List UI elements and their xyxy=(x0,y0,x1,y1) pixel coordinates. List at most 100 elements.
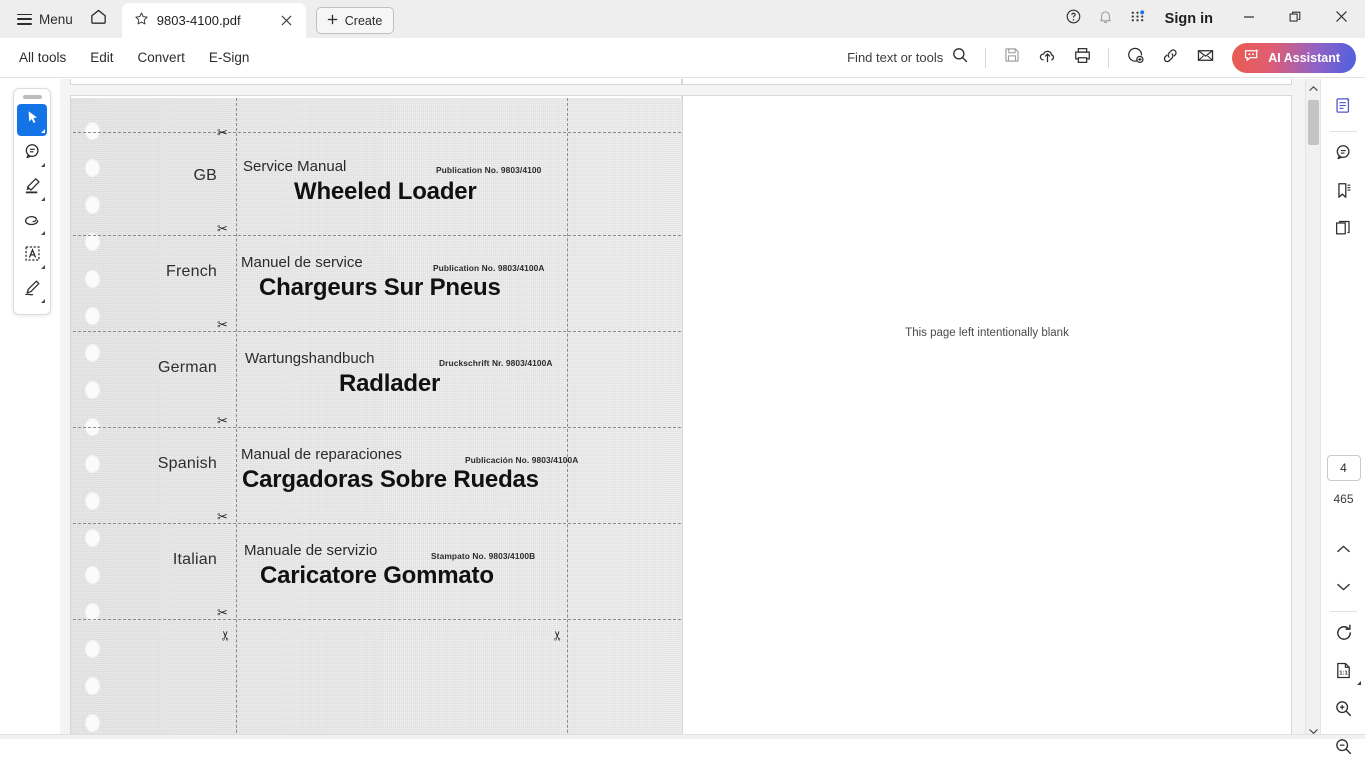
help-button[interactable] xyxy=(1059,4,1089,34)
app-grid-icon xyxy=(1129,8,1146,30)
tab-close-button[interactable] xyxy=(277,11,297,31)
page-right[interactable]: This page left intentionally blank xyxy=(682,95,1292,739)
search-icon xyxy=(951,46,969,69)
previous-page-button[interactable] xyxy=(1321,531,1365,569)
upload-cloud-icon xyxy=(1038,46,1057,70)
restore-icon xyxy=(1289,10,1301,28)
save-button[interactable] xyxy=(996,43,1028,73)
select-tool-button[interactable] xyxy=(17,104,47,136)
svg-text:1:1: 1:1 xyxy=(1339,671,1348,677)
tab-all-tools[interactable]: All tools xyxy=(8,44,77,72)
highlight-tool-button[interactable] xyxy=(17,172,47,204)
next-page-button[interactable] xyxy=(1321,569,1365,607)
create-button-label: Create xyxy=(345,14,383,28)
freehand-loop-icon xyxy=(23,210,42,234)
toolbar-actions: Find text or tools xyxy=(841,42,1365,73)
notifications-button[interactable] xyxy=(1091,4,1121,34)
cursor-arrow-icon xyxy=(24,109,41,131)
tab-edit[interactable]: Edit xyxy=(79,44,124,72)
chevron-down-icon xyxy=(41,231,45,235)
fit-page-button[interactable]: 1:1 xyxy=(1321,654,1365,692)
find-label: Find text or tools xyxy=(847,50,943,65)
chevron-down-icon xyxy=(41,197,45,201)
blank-page-note: This page left intentionally blank xyxy=(683,327,1291,339)
apps-button[interactable] xyxy=(1123,4,1153,34)
print-button[interactable] xyxy=(1066,43,1098,73)
add-comment-button[interactable] xyxy=(1119,43,1151,73)
add-text-tool-button[interactable] xyxy=(17,240,47,272)
bookmark-icon xyxy=(1334,181,1353,205)
document-viewport[interactable]: ✂ ✂ ✂ ✂ ✂ ✂ ✂ ✂ GB Service Manual Public… xyxy=(60,79,1341,739)
machine-title: Chargeurs Sur Pneus xyxy=(259,274,501,302)
home-button[interactable] xyxy=(82,3,116,35)
bookmarks-panel-button[interactable] xyxy=(1321,174,1365,212)
chevron-down-icon xyxy=(1357,681,1361,685)
tab-convert[interactable]: Convert xyxy=(127,44,196,72)
language-row: French Manuel de service Publication No.… xyxy=(71,234,683,330)
tear-line xyxy=(73,132,681,133)
drag-handle[interactable] xyxy=(23,95,42,99)
signature-tool-button[interactable] xyxy=(17,274,47,306)
draw-freehand-tool-button[interactable] xyxy=(17,206,47,238)
chevron-down-icon xyxy=(41,163,45,167)
zoom-in-button[interactable] xyxy=(1321,692,1365,730)
publication-number: Druckschrift Nr. 9803/4100A xyxy=(439,358,553,368)
titlebar-left-group: Menu xyxy=(0,0,116,38)
email-button[interactable] xyxy=(1189,43,1221,73)
chevron-down-icon xyxy=(41,299,45,303)
edit-pdf-button[interactable] xyxy=(1321,89,1365,127)
main-menu-button[interactable]: Menu xyxy=(10,4,80,34)
chevron-down-icon xyxy=(41,129,45,133)
chevron-up-icon xyxy=(1336,541,1351,559)
ai-assistant-button[interactable]: AI Assistant xyxy=(1232,43,1356,73)
star-icon[interactable] xyxy=(134,11,149,31)
scanned-language-chart: ✂ ✂ ✂ ✂ ✂ ✂ ✂ ✂ GB Service Manual Public… xyxy=(71,98,683,739)
scroll-up-icon xyxy=(1309,79,1318,97)
home-icon xyxy=(89,7,108,31)
ai-assistant-label: AI Assistant xyxy=(1268,51,1340,65)
upload-button[interactable] xyxy=(1031,43,1063,73)
document-tab[interactable]: 9803-4100.pdf xyxy=(122,3,306,38)
rotate-button[interactable] xyxy=(1321,616,1365,654)
plus-icon xyxy=(326,13,339,29)
window-close-button[interactable] xyxy=(1319,0,1363,38)
help-icon xyxy=(1065,8,1082,30)
comment-bubble-icon xyxy=(23,142,42,166)
vertical-scrollbar[interactable] xyxy=(1305,79,1320,739)
current-page-input[interactable]: 4 xyxy=(1327,455,1361,481)
comment-icon xyxy=(1334,143,1353,167)
signature-pen-icon xyxy=(23,278,42,302)
highlighter-icon xyxy=(23,176,42,200)
manual-subtitle: Manuel de service xyxy=(241,254,363,271)
tear-line xyxy=(73,619,681,620)
create-button[interactable]: Create xyxy=(316,7,395,34)
add-comment-tool-button[interactable] xyxy=(17,138,47,170)
find-button[interactable]: Find text or tools xyxy=(841,42,975,73)
machine-title: Cargadoras Sobre Ruedas xyxy=(242,466,539,494)
previous-page-left-sliver xyxy=(70,79,682,85)
save-icon xyxy=(1003,46,1021,69)
manual-subtitle: Service Manual xyxy=(243,158,346,175)
scroll-up-button[interactable] xyxy=(1306,79,1321,96)
page-thumbnails-button[interactable] xyxy=(1321,212,1365,250)
rotate-icon xyxy=(1334,623,1354,648)
annotation-toolbar xyxy=(13,88,51,315)
sign-in-button[interactable]: Sign in xyxy=(1155,4,1225,34)
page-thumbnails-icon xyxy=(1334,219,1353,243)
share-link-button[interactable] xyxy=(1154,43,1186,73)
publication-number: Stampato No. 9803/4100B xyxy=(431,551,535,561)
right-toolbar-top-group xyxy=(1321,89,1365,250)
main-menu-label: Menu xyxy=(39,12,73,27)
window-minimize-button[interactable] xyxy=(1227,0,1271,38)
email-icon xyxy=(1196,46,1215,70)
page-left[interactable]: ✂ ✂ ✂ ✂ ✂ ✂ ✂ ✂ GB Service Manual Public… xyxy=(70,95,682,739)
tab-esign[interactable]: E-Sign xyxy=(198,44,261,72)
notification-bell-icon xyxy=(1097,8,1114,30)
previous-page-right-sliver xyxy=(682,79,1292,85)
scroll-thumb[interactable] xyxy=(1308,100,1319,145)
comments-panel-button[interactable] xyxy=(1321,136,1365,174)
total-pages-label: 465 xyxy=(1321,492,1365,506)
window-restore-button[interactable] xyxy=(1273,0,1317,38)
language-row: Spanish Manual de reparaciones Publicaci… xyxy=(71,426,683,522)
language-label: German xyxy=(87,359,217,377)
